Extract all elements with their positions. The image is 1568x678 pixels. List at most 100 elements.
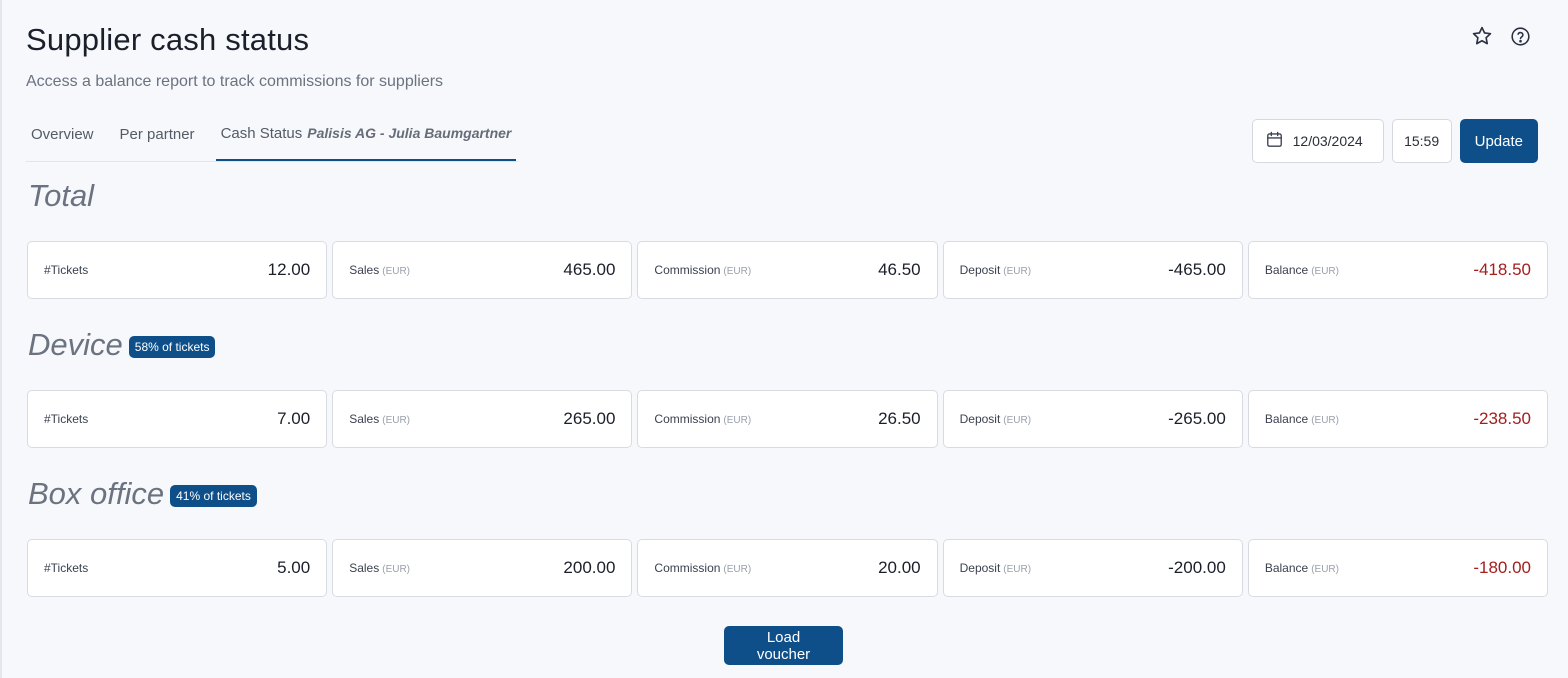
card-unit: (EUR)	[382, 266, 411, 277]
card-label: Sales (EUR)	[349, 559, 410, 577]
card-value: -265.00	[1168, 409, 1226, 428]
card-value: -465.00	[1168, 260, 1226, 279]
card-commission: Commission (EUR) 20.00	[637, 539, 938, 597]
card-label-text: Balance	[1264, 561, 1309, 575]
section-title: Device	[28, 327, 123, 362]
card-label-text: Deposit	[959, 412, 1001, 426]
cards-total: #Tickets 12.00 Sales (EUR) 465.00 Commissio…	[27, 241, 1549, 299]
card-tickets: #Tickets 5.00	[27, 539, 328, 597]
help-icon[interactable]	[1508, 24, 1532, 48]
page-subtitle: Access a balance report to track commiss…	[26, 73, 444, 90]
card-value: 12.00	[267, 260, 311, 279]
page-title: Supplier cash status	[26, 22, 310, 57]
card-label-text: Commission	[654, 561, 721, 575]
card-sales: Sales (EUR) 265.00	[332, 390, 633, 448]
card-balance: Balance (EUR) -180.00	[1247, 539, 1549, 597]
star-icon[interactable]	[1470, 24, 1494, 48]
card-unit: (EUR)	[1003, 415, 1032, 426]
update-button[interactable]: Update	[1459, 119, 1538, 163]
card-unit: (EUR)	[382, 564, 411, 575]
card-deposit: Deposit (EUR) -200.00	[942, 539, 1243, 597]
card-label: Balance (EUR)	[1265, 261, 1339, 279]
tab-partner-name: Palisis AG - Julia Baumgartner	[307, 125, 512, 141]
card-balance: Balance (EUR) -418.50	[1247, 241, 1549, 299]
card-label-text: Commission	[654, 412, 721, 426]
card-commission: Commission (EUR) 26.50	[637, 390, 938, 448]
card-unit: (EUR)	[1311, 415, 1339, 426]
card-value: -238.50	[1473, 409, 1532, 428]
card-label: #Tickets	[44, 261, 91, 279]
card-label-text: Deposit	[959, 263, 1001, 277]
card-label-text: Sales	[349, 561, 380, 575]
card-unit: (EUR)	[1003, 564, 1032, 575]
card-label: Sales (EUR)	[349, 261, 410, 279]
card-unit: (EUR)	[723, 266, 752, 277]
card-value: 265.00	[563, 409, 616, 428]
section-heading-device: Device 58% of tickets	[28, 327, 216, 363]
load-voucher-button[interactable]: Load voucher	[724, 626, 843, 665]
card-label: #Tickets	[44, 559, 91, 577]
card-balance: Balance (EUR) -238.50	[1247, 390, 1549, 448]
section-heading-total: Total	[28, 178, 94, 214]
card-value: 7.00	[277, 409, 311, 428]
card-label: Deposit (EUR)	[960, 410, 1031, 428]
card-label: Commission (EUR)	[654, 410, 751, 428]
card-label-text: #Tickets	[44, 561, 89, 575]
card-unit: (EUR)	[1311, 564, 1339, 575]
card-label-text: Balance	[1264, 263, 1309, 277]
card-unit: (EUR)	[1311, 266, 1339, 277]
card-deposit: Deposit (EUR) -465.00	[942, 241, 1243, 299]
card-label-text: #Tickets	[44, 263, 89, 277]
card-value: 20.00	[878, 558, 921, 577]
tab-cash-status-label: Cash Status	[220, 125, 303, 142]
card-label-text: Commission	[654, 263, 721, 277]
card-label-text: Balance	[1264, 412, 1309, 426]
card-value: -418.50	[1473, 260, 1532, 279]
time-picker[interactable]: 15:59	[1391, 119, 1452, 163]
card-unit: (EUR)	[1003, 266, 1032, 277]
card-value: 5.00	[277, 558, 311, 577]
filter-controls: 12/03/2024 15:59 Update	[1251, 119, 1538, 163]
card-sales: Sales (EUR) 200.00	[332, 539, 633, 597]
card-label: Balance (EUR)	[1265, 410, 1339, 428]
card-unit: (EUR)	[382, 415, 411, 426]
cards-device: #Tickets 7.00 Sales (EUR) 265.00 Commission…	[27, 390, 1549, 448]
card-label: Deposit (EUR)	[960, 559, 1031, 577]
card-label-text: #Tickets	[44, 412, 89, 426]
card-value: 46.50	[878, 260, 921, 279]
card-label: Commission (EUR)	[654, 261, 751, 279]
date-picker[interactable]: 12/03/2024	[1251, 119, 1384, 163]
card-value: 465.00	[563, 260, 616, 279]
card-tickets: #Tickets 12.00	[27, 241, 328, 299]
section-title: Total	[28, 178, 95, 213]
cards-box-office: #Tickets 5.00 Sales (EUR) 200.00 Commission…	[27, 539, 1549, 597]
card-commission: Commission (EUR) 46.50	[637, 241, 938, 299]
card-value: -200.00	[1168, 558, 1226, 577]
header-actions	[1470, 24, 1532, 48]
page: Supplier cash status Access a balance re…	[0, 0, 1568, 678]
card-label: Commission (EUR)	[654, 559, 751, 577]
card-label: #Tickets	[44, 410, 91, 428]
section-title: Box office	[28, 476, 165, 511]
percent-badge: 41% of tickets	[170, 485, 257, 507]
card-value: -180.00	[1473, 558, 1532, 577]
section-heading-box-office: Box office 41% of tickets	[28, 476, 257, 512]
card-label-text: Sales	[349, 263, 380, 277]
calendar-icon	[1265, 130, 1284, 152]
card-label: Deposit (EUR)	[960, 261, 1031, 279]
card-label-text: Sales	[349, 412, 380, 426]
card-value: 26.50	[878, 409, 921, 428]
card-label: Balance (EUR)	[1265, 559, 1339, 577]
card-label-text: Deposit	[959, 561, 1001, 575]
percent-badge: 58% of tickets	[128, 336, 216, 358]
card-sales: Sales (EUR) 465.00	[332, 241, 633, 299]
tab-bar: Overview Per partner Cash Status Palisis …	[26, 112, 518, 162]
card-unit: (EUR)	[723, 415, 752, 426]
date-value: 12/03/2024	[1292, 133, 1363, 149]
tab-per-partner[interactable]: Per partner	[115, 126, 200, 161]
card-unit: (EUR)	[723, 564, 752, 575]
tab-cash-status[interactable]: Cash Status Palisis AG - Julia Baumgartne…	[215, 125, 517, 161]
tab-overview[interactable]: Overview	[26, 126, 99, 161]
card-deposit: Deposit (EUR) -265.00	[942, 390, 1243, 448]
card-label: Sales (EUR)	[349, 410, 410, 428]
